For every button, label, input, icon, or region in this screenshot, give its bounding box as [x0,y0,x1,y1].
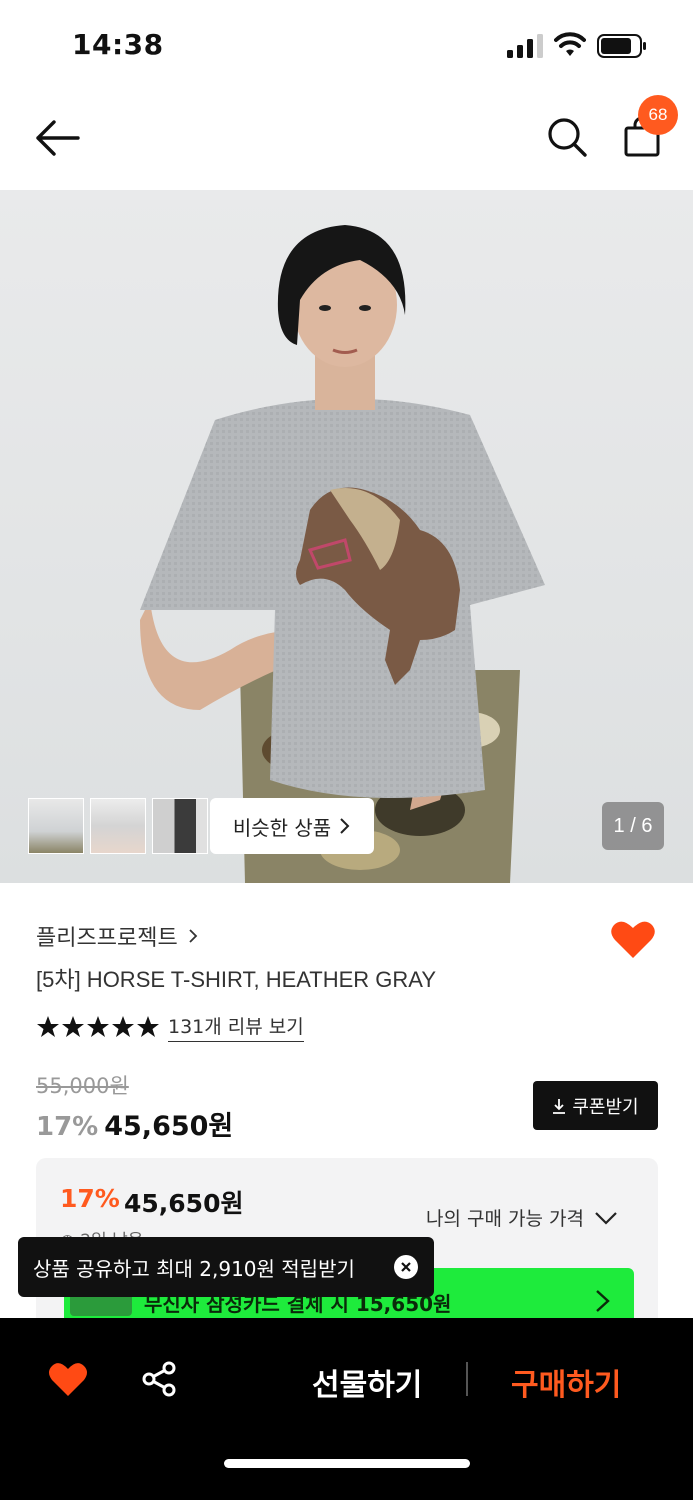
share-reward-toast: 상품 공유하고 최대 2,910원 적립받기 [18,1237,434,1297]
share-icon[interactable] [140,1360,178,1398]
home-indicator [224,1459,470,1468]
star-icon [137,1016,159,1037]
star-icon [87,1016,109,1037]
star-icon [62,1016,84,1037]
coupon-label: 쿠폰받기 [572,1096,639,1118]
sale-price: 45,650원 [104,1111,234,1142]
rating-row: 131개 리뷰 보기 [36,1012,304,1042]
thumbnail-2[interactable] [90,798,146,854]
chevron-right-icon [189,929,197,943]
my-price-toggle[interactable]: 나의 구매 가능 가격 [426,1204,618,1231]
chevron-right-icon [596,1290,610,1312]
product-image[interactable] [0,190,693,883]
my-price-discount: 17% [60,1184,120,1213]
chevron-down-icon [595,1211,617,1225]
status-time: 14:38 [72,28,164,61]
coupon-button[interactable]: 쿠폰받기 [533,1081,658,1130]
status-bar: 14:38 [0,0,693,90]
cart-count-badge[interactable]: 68 [638,95,678,135]
my-price-label: 나의 구매 가능 가격 [426,1208,584,1230]
header [0,90,693,190]
battery-icon [597,34,646,58]
wishlist-heart-icon[interactable] [610,918,656,960]
signal-icon [507,34,543,58]
heart-icon[interactable] [48,1360,88,1398]
toast-text: 상품 공유하고 최대 2,910원 적립받기 [33,1256,355,1281]
star-icon [37,1016,59,1037]
search-icon[interactable] [546,116,588,158]
brand-link[interactable]: 플리즈프로젝트 [36,920,198,952]
star-icon [112,1016,134,1037]
similar-products-label: 비슷한 상품 [232,815,332,840]
chevron-right-icon [340,818,350,834]
image-page-indicator: 1 / 6 [602,802,664,850]
original-price: 55,000원 [36,1074,129,1098]
thumbnail-strip [28,798,208,854]
thumbnail-3[interactable] [152,798,208,854]
download-icon [553,1098,566,1114]
thumbnail-1[interactable] [28,798,84,854]
close-icon[interactable] [394,1255,418,1279]
back-arrow-icon[interactable] [34,118,80,158]
model-photo [140,225,545,883]
divider [466,1362,468,1396]
price-row: 17% 45,650원 [36,1104,233,1143]
review-link[interactable]: 131개 리뷰 보기 [168,1012,304,1042]
wifi-icon [554,32,586,56]
rating-stars [36,1015,160,1039]
brand-name: 플리즈프로젝트 [36,926,178,951]
bottom-action-bar: 선물하기 구매하기 [0,1318,693,1500]
buy-button[interactable]: 구매하기 [511,1360,621,1404]
discount-rate: 17% [36,1112,99,1142]
similar-products-button[interactable]: 비슷한 상품 [210,798,374,854]
gift-button[interactable]: 선물하기 [312,1360,422,1404]
product-name: [5차] HORSE T-SHIRT, HEATHER GRAY [36,967,437,992]
my-price-value: 45,650원 [124,1189,244,1218]
